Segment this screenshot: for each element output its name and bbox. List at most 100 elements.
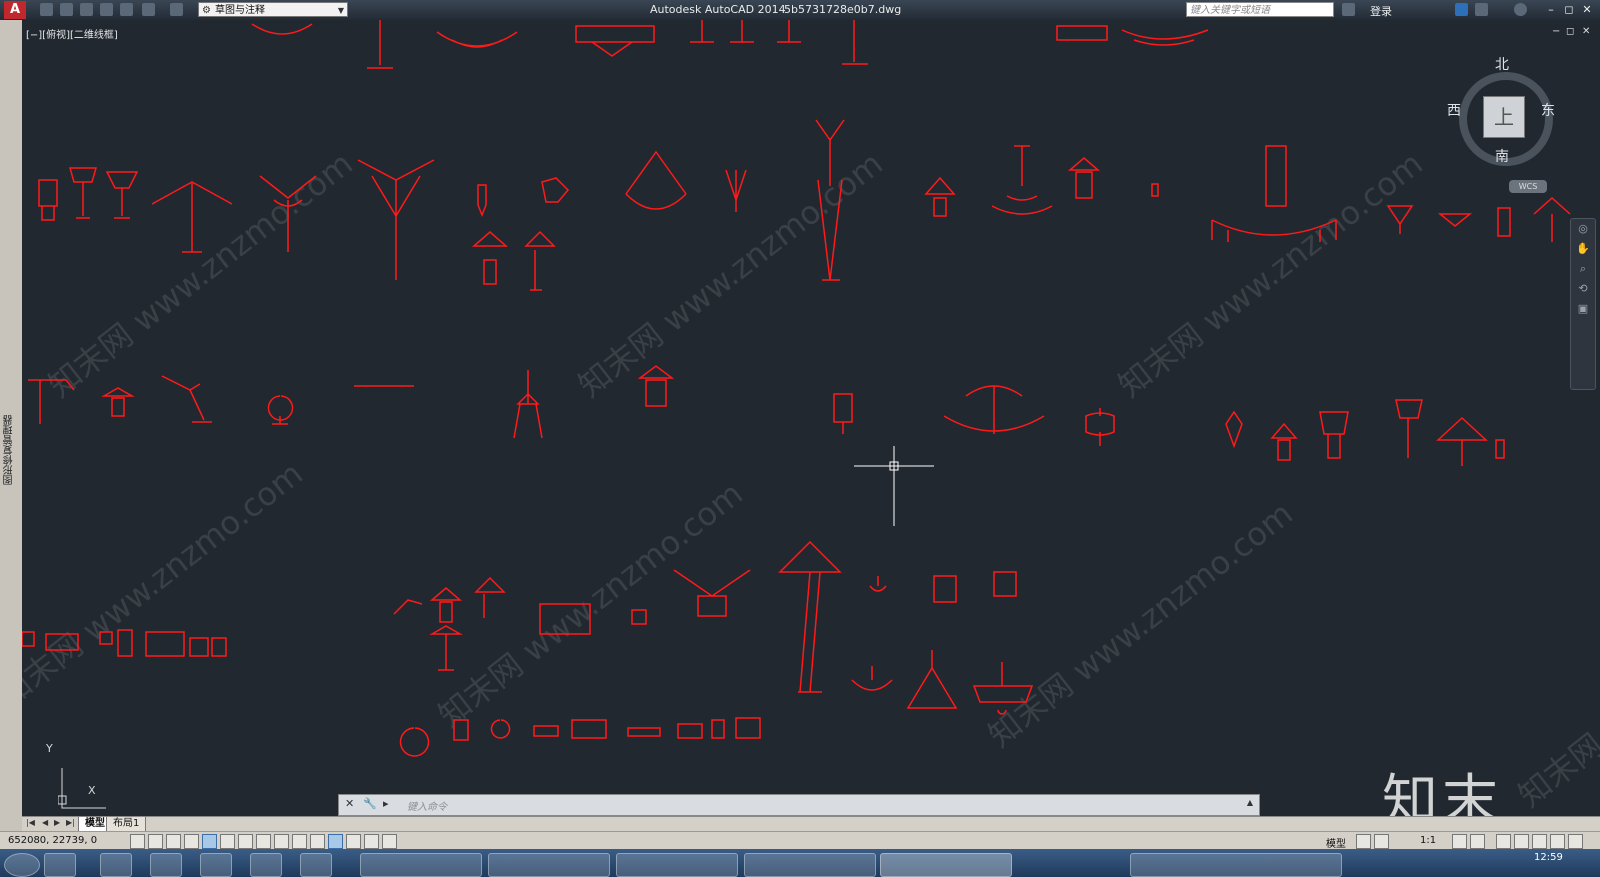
clean-screen-icon[interactable] (1568, 834, 1583, 849)
viewcube-top-face[interactable]: 上 (1483, 96, 1525, 138)
ucs-x-label: X (88, 784, 96, 797)
drawing-canvas[interactable]: [−][俯视][二维线框] − ◻ ✕ 知末网 www.znzmo.com 知末… (22, 20, 1600, 836)
login-button[interactable]: 登录 (1370, 3, 1392, 19)
search-input[interactable]: 键入关键字或短语 (1186, 2, 1334, 17)
wrench-icon[interactable]: 🔧 (363, 797, 377, 810)
quick-view-layouts-icon[interactable] (1356, 834, 1371, 849)
taskbar-pinned-app[interactable] (100, 853, 132, 877)
undo-icon[interactable] (142, 3, 155, 16)
taskbar-pinned-app[interactable] (300, 853, 332, 877)
compass-south[interactable]: 南 (1495, 146, 1509, 166)
orbit-icon[interactable]: ⟲ (1571, 279, 1595, 299)
autocad-logo-icon[interactable]: A (4, 1, 26, 19)
command-history-toggle-icon[interactable]: ▲ (1247, 798, 1253, 807)
minimize-button[interactable]: – (1544, 2, 1558, 17)
taskbar-window-button[interactable] (488, 853, 610, 877)
lamp-blocks-drawing (22, 20, 1571, 757)
object-snap-icon[interactable] (220, 834, 235, 849)
object-snap-tracking-icon[interactable] (256, 834, 271, 849)
3d-object-snap-icon[interactable] (238, 834, 253, 849)
help-icon[interactable] (1514, 3, 1527, 16)
chevron-down-icon: ▼ (337, 6, 344, 15)
transparency-icon[interactable] (328, 834, 343, 849)
quick-view-drawings-icon[interactable] (1374, 834, 1389, 849)
coordinate-readout: 652080, 22739, 0 (8, 835, 98, 846)
infer-constraints-icon[interactable] (130, 834, 145, 849)
polar-tracking-icon[interactable] (202, 834, 217, 849)
dynamic-ucs-icon[interactable] (274, 834, 289, 849)
row3-lamps (22, 540, 1034, 715)
status-bar: 652080, 22739, 0 模型 1:1 (0, 831, 1600, 850)
annotation-monitor-icon[interactable] (382, 834, 397, 849)
workspace-switching-icon[interactable] (1496, 834, 1511, 849)
row2-lamps (28, 365, 1505, 466)
close-icon[interactable]: ✕ (345, 797, 354, 810)
taskbar-autocad-button[interactable] (880, 853, 1012, 877)
taskbar-window-button[interactable] (360, 853, 482, 877)
drawing-recovery-label: 图形修复管理器 (4, 415, 15, 485)
selection-cycling-icon[interactable] (364, 834, 379, 849)
command-prompt-icon[interactable]: ▸ (383, 797, 389, 810)
dynamic-input-icon[interactable] (292, 834, 307, 849)
taskbar-window-button[interactable] (616, 853, 738, 877)
wcs-menu-button[interactable]: WCS (1509, 180, 1547, 193)
steering-wheel-icon[interactable]: ◎ (1571, 219, 1595, 239)
tab-last-icon[interactable]: ▶| (66, 818, 75, 827)
compass-east[interactable]: 东 (1541, 100, 1555, 120)
showmotion-icon[interactable]: ▣ (1571, 299, 1595, 319)
tab-next-icon[interactable]: ▶ (54, 818, 60, 827)
restore-button[interactable]: ◻ (1562, 2, 1576, 17)
taskbar-pinned-app[interactable] (250, 853, 282, 877)
layout-tabs: |◀ ◀ ▶ ▶| 模型 布局1 (22, 816, 1600, 832)
tab-prev-icon[interactable]: ◀ (42, 818, 48, 827)
triangle-icon[interactable] (1475, 3, 1488, 16)
quick-properties-icon[interactable] (346, 834, 361, 849)
zoom-icon[interactable]: ⌕ (1571, 259, 1595, 279)
ortho-mode-icon[interactable] (184, 834, 199, 849)
save-as-icon[interactable] (100, 3, 113, 16)
lock-ui-icon[interactable] (1514, 834, 1529, 849)
left-palette-strip[interactable]: 图形修复管理器 (0, 20, 23, 836)
system-clock: 12:59 (1534, 852, 1563, 863)
lineweight-icon[interactable] (310, 834, 325, 849)
navigation-bar: ◎ ✋ ⌕ ⟲ ▣ (1570, 218, 1596, 390)
new-file-icon[interactable] (40, 3, 53, 16)
taskbar-input-bar[interactable] (1130, 853, 1342, 877)
taskbar-window-button[interactable] (744, 853, 876, 877)
top-row-blocks (251, 20, 1209, 69)
pan-hand-icon[interactable]: ✋ (1571, 239, 1595, 259)
save-icon[interactable] (80, 3, 93, 16)
compass-west[interactable]: 西 (1447, 100, 1461, 120)
taskbar-pinned-app[interactable] (150, 853, 182, 877)
tab-layout1[interactable]: 布局1 (106, 817, 147, 832)
crosshair-cursor (854, 446, 934, 526)
taskbar-pinned-app[interactable] (200, 853, 232, 877)
exchange-icon[interactable] (1455, 3, 1468, 16)
compass-north[interactable]: 北 (1495, 54, 1509, 74)
taskbar-pinned-app[interactable] (44, 853, 76, 877)
tab-first-icon[interactable]: |◀ (26, 818, 35, 827)
model-space-label[interactable]: 模型 (1326, 835, 1346, 850)
gear-icon: ⚙ (202, 5, 211, 16)
open-file-icon[interactable] (60, 3, 73, 16)
command-line[interactable]: ✕ 🔧 ▸ 键入命令 ▲ (338, 794, 1260, 816)
close-button[interactable]: ✕ (1580, 2, 1594, 17)
annotation-scale[interactable]: 1:1 (1420, 835, 1436, 846)
auto-scale-icon[interactable] (1470, 834, 1485, 849)
row1-lamps (38, 119, 1571, 291)
annotation-visibility-icon[interactable] (1452, 834, 1467, 849)
app-title: Autodesk AutoCAD 2014 (650, 3, 786, 16)
start-button[interactable] (4, 853, 40, 877)
viewcube[interactable]: 上 北 南 东 西 (1445, 57, 1555, 168)
redo-icon[interactable] (170, 3, 183, 16)
hardware-acceleration-icon[interactable] (1532, 834, 1547, 849)
isolate-objects-icon[interactable] (1550, 834, 1565, 849)
workspace-select[interactable]: ⚙ 草图与注释 ▼ (198, 2, 348, 17)
grid-display-icon[interactable] (166, 834, 181, 849)
snap-mode-icon[interactable] (148, 834, 163, 849)
file-name: 5b5731728e0b7.dwg (784, 3, 902, 16)
plot-icon[interactable] (120, 3, 133, 16)
workspace-label: 草图与注释 (215, 5, 265, 16)
binoculars-icon[interactable] (1342, 3, 1355, 16)
command-input[interactable]: 键入命令 (407, 798, 447, 813)
